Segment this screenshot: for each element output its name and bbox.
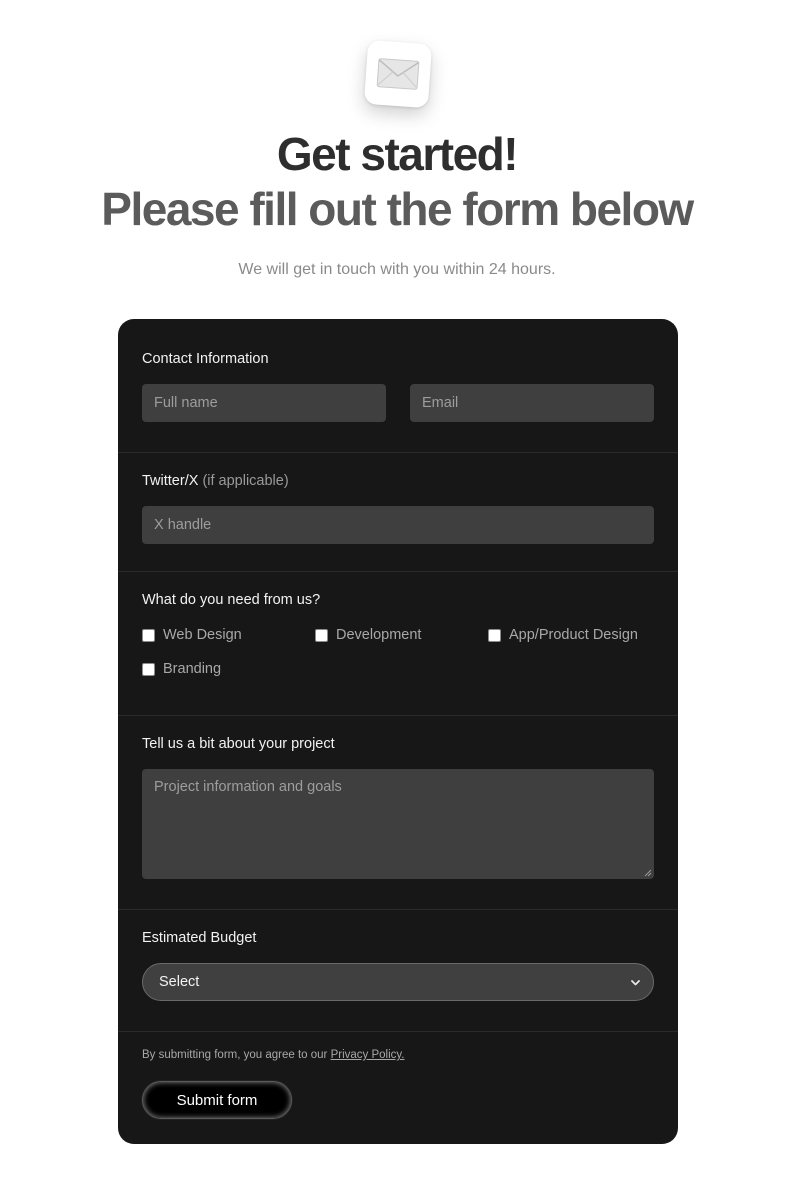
project-placeholder: Project information and goals: [154, 779, 342, 795]
twitter-label-main: Twitter/X: [142, 473, 199, 489]
full-name-input[interactable]: Full name: [142, 384, 386, 422]
consent-text: By submitting form, you agree to our Pri…: [142, 1049, 404, 1061]
checkbox-box[interactable]: [315, 628, 328, 642]
checkbox-label: Branding: [163, 661, 222, 677]
budget-label: Estimated Budget: [142, 930, 257, 946]
checkbox-label: Development: [336, 627, 422, 643]
page-subheading: Please fill out the form below: [101, 183, 694, 235]
contact-label: Contact Information: [142, 351, 269, 367]
page: Get started! Please fill out the form be…: [0, 0, 794, 1178]
x-handle-placeholder: X handle: [154, 517, 212, 533]
checkbox-box[interactable]: [142, 662, 155, 676]
project-textarea[interactable]: Project information and goals: [142, 769, 654, 879]
privacy-policy-link[interactable]: Privacy Policy.: [331, 1049, 405, 1061]
twitter-label-hint: (if applicable): [202, 473, 289, 489]
envelope-badge: [363, 39, 433, 109]
envelope-icon: [376, 58, 420, 90]
budget-selected-value: Select: [159, 974, 200, 990]
services-section: What do you need from us? Web Design Dev…: [118, 572, 678, 716]
email-placeholder: Email: [422, 395, 459, 411]
checkbox-development[interactable]: Development: [315, 627, 421, 643]
checkbox-label: Web Design: [163, 627, 242, 643]
checkbox-box[interactable]: [142, 628, 155, 642]
checkbox-branding[interactable]: Branding: [142, 661, 221, 677]
checkbox-label: App/Product Design: [509, 627, 638, 643]
submit-button[interactable]: Submit form: [142, 1081, 292, 1119]
full-name-placeholder: Full name: [154, 395, 218, 411]
twitter-label: Twitter/X (if applicable): [142, 473, 289, 489]
x-handle-input[interactable]: X handle: [142, 506, 654, 544]
chevron-down-icon: [631, 980, 640, 986]
project-label: Tell us a bit about your project: [142, 736, 335, 752]
checkbox-box[interactable]: [488, 628, 501, 642]
twitter-section: Twitter/X (if applicable) X handle: [118, 453, 678, 572]
page-subtitle: We will get in touch with you within 24 …: [238, 261, 556, 278]
resize-grip-icon[interactable]: [644, 869, 652, 877]
contact-section: Contact Information Full name Email: [118, 319, 678, 453]
page-title: Get started!: [276, 128, 519, 180]
budget-select[interactable]: Select: [142, 963, 654, 1001]
checkbox-web-design[interactable]: Web Design: [142, 627, 242, 643]
email-input[interactable]: Email: [410, 384, 654, 422]
contact-form: Contact Information Full name Email Twit…: [118, 319, 678, 1144]
services-label: What do you need from us?: [142, 592, 321, 608]
checkbox-app-product-design[interactable]: App/Product Design: [488, 627, 638, 643]
consent-prefix: By submitting form, you agree to our: [142, 1049, 331, 1061]
